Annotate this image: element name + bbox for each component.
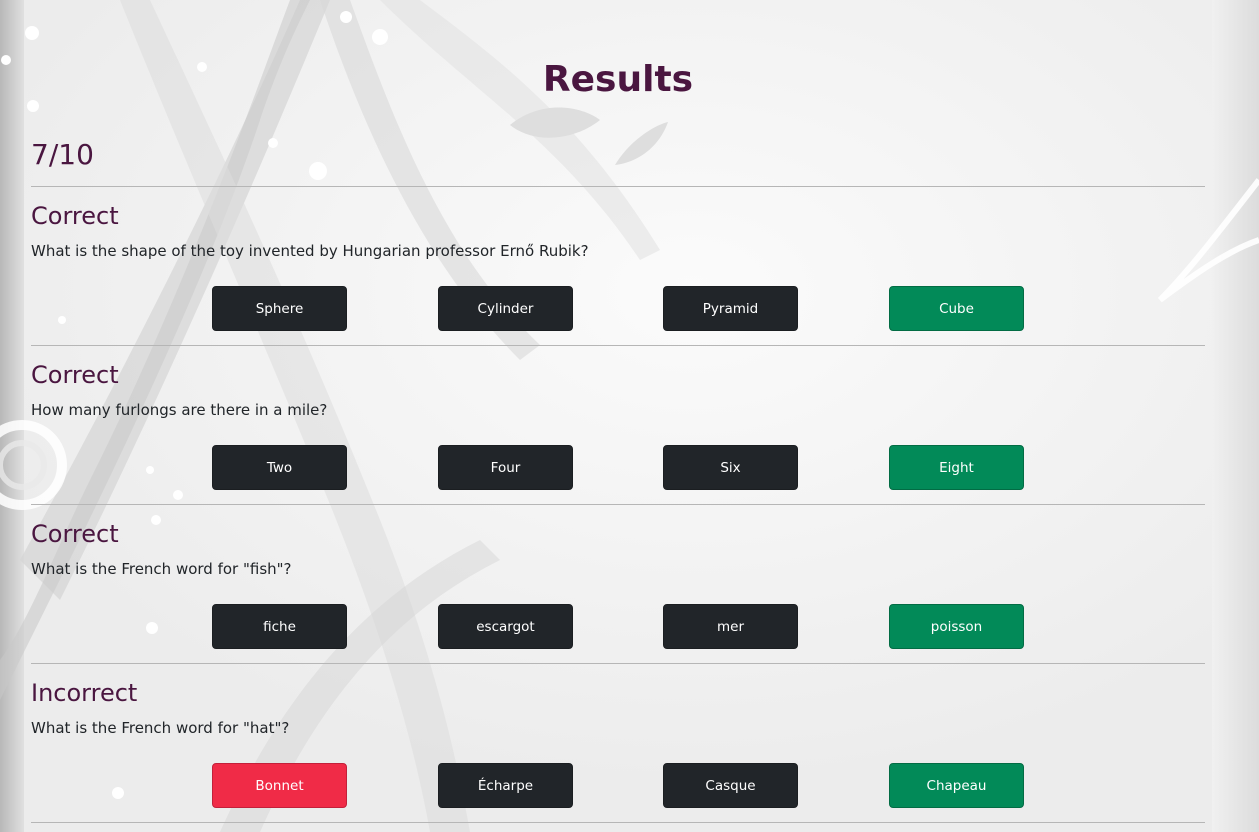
correct-answer-button[interactable]: Eight [889, 445, 1024, 490]
answer-button[interactable]: Casque [663, 763, 798, 808]
answer-button[interactable]: Four [438, 445, 573, 490]
question-status: Correct [31, 520, 119, 548]
question-status: Correct [31, 361, 119, 389]
answer-button[interactable]: fiche [212, 604, 347, 649]
question-text: What is the French word for "fish"? [31, 560, 292, 578]
correct-answer-button[interactable]: Cube [889, 286, 1024, 331]
question-block: Correct What is the French word for "fis… [31, 505, 1205, 664]
question-text: How many furlongs are there in a mile? [31, 401, 328, 419]
question-status: Incorrect [31, 679, 138, 707]
divider [31, 822, 1205, 823]
question-text: What is the shape of the toy invented by… [31, 242, 589, 260]
page-title: Results [542, 59, 694, 100]
question-text: What is the French word for "hat"? [31, 719, 290, 737]
answer-button[interactable]: Pyramid [663, 286, 798, 331]
answer-group: Sphere Cylinder Pyramid Cube [212, 286, 1024, 331]
answer-button[interactable]: Six [663, 445, 798, 490]
answer-button[interactable]: Two [212, 445, 347, 490]
answer-button[interactable]: Cylinder [438, 286, 573, 331]
question-block: Incorrect What is the French word for "h… [31, 664, 1205, 823]
correct-answer-button[interactable]: poisson [889, 604, 1024, 649]
question-block: Correct What is the shape of the toy inv… [31, 187, 1205, 346]
answer-button[interactable]: mer [663, 604, 798, 649]
answer-button[interactable]: Sphere [212, 286, 347, 331]
answer-group: fiche escargot mer poisson [212, 604, 1024, 649]
answer-group: Bonnet Écharpe Casque Chapeau [212, 763, 1024, 808]
correct-answer-button[interactable]: Chapeau [889, 763, 1024, 808]
answer-button[interactable]: Écharpe [438, 763, 573, 808]
answer-group: Two Four Six Eight [212, 445, 1024, 490]
question-block: Correct How many furlongs are there in a… [31, 346, 1205, 505]
question-status: Correct [31, 202, 119, 230]
wrong-answer-button[interactable]: Bonnet [212, 763, 347, 808]
score: 7/10 [31, 138, 94, 171]
answer-button[interactable]: escargot [438, 604, 573, 649]
